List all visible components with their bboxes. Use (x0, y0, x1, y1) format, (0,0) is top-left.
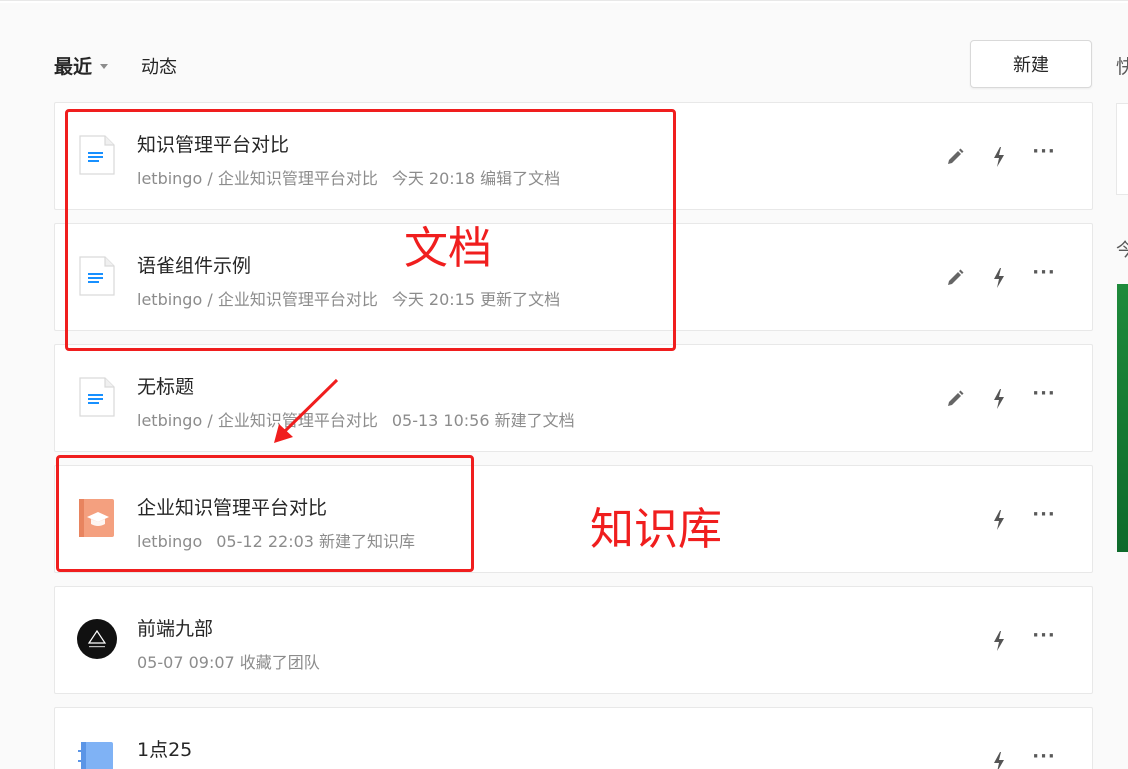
notebook-icon (77, 740, 117, 769)
more-icon[interactable]: ··· (1029, 139, 1059, 163)
caret-down-icon[interactable] (100, 64, 109, 69)
list-item[interactable]: 前端九部 05-07 09:07 收藏了团队 ··· (54, 586, 1093, 694)
lightning-icon[interactable] (987, 145, 1011, 169)
tab-recent-label: 最近 (54, 56, 93, 78)
item-action: 收藏了团队 (239, 653, 320, 672)
more-icon[interactable]: ··· (1029, 623, 1059, 647)
item-time: 05-07 09:07 (137, 653, 235, 672)
right-panel-card (1116, 103, 1128, 195)
item-title[interactable]: 前端九部 (137, 614, 213, 641)
item-time: 05-13 10:56 (391, 411, 490, 430)
annotation-label-docs: 文档 (404, 223, 492, 274)
annotation-label-kb: 知识库 (590, 504, 722, 555)
item-action: 新建了文档 (494, 411, 575, 430)
new-button[interactable]: 新建 (970, 40, 1092, 88)
item-meta: letbingo / 企业知识管理平台对比 05-13 10:56 新建了文档 (137, 407, 575, 431)
tab-activity[interactable]: 动态 (141, 53, 177, 79)
item-meta: 05-07 09:07 收藏了团队 (137, 649, 320, 673)
list-item[interactable]: 无标题 letbingo / 企业知识管理平台对比 05-13 10:56 新建了… (54, 344, 1093, 452)
item-path[interactable]: letbingo / 企业知识管理平台对比 (137, 411, 378, 430)
lightning-icon[interactable] (987, 629, 1011, 653)
more-icon[interactable]: ··· (1029, 502, 1059, 526)
right-panel-banner[interactable] (1117, 284, 1128, 552)
annotation-box-docs (65, 109, 676, 351)
more-icon[interactable]: ··· (1029, 744, 1059, 768)
item-title[interactable]: 1点25 (137, 735, 192, 762)
document-icon (77, 377, 117, 417)
more-icon[interactable]: ··· (1029, 381, 1059, 405)
pencil-icon[interactable] (943, 145, 967, 169)
list-item[interactable]: 1点25 ··· (54, 707, 1093, 769)
lightning-icon[interactable] (987, 508, 1011, 532)
lightning-icon[interactable] (987, 387, 1011, 411)
pencil-icon[interactable] (943, 266, 967, 290)
lightning-icon[interactable] (987, 266, 1011, 290)
annotation-box-kb (56, 455, 474, 572)
item-title[interactable]: 无标题 (137, 372, 194, 399)
right-panel-heading: 快 (1116, 56, 1128, 78)
team-avatar (77, 619, 117, 659)
lightning-icon[interactable] (987, 750, 1011, 769)
tab-recent[interactable]: 最近 (54, 52, 109, 79)
right-panel-label: 今 (1116, 240, 1128, 261)
top-border (0, 0, 1128, 3)
pencil-icon[interactable] (943, 387, 967, 411)
more-icon[interactable]: ··· (1029, 260, 1059, 284)
